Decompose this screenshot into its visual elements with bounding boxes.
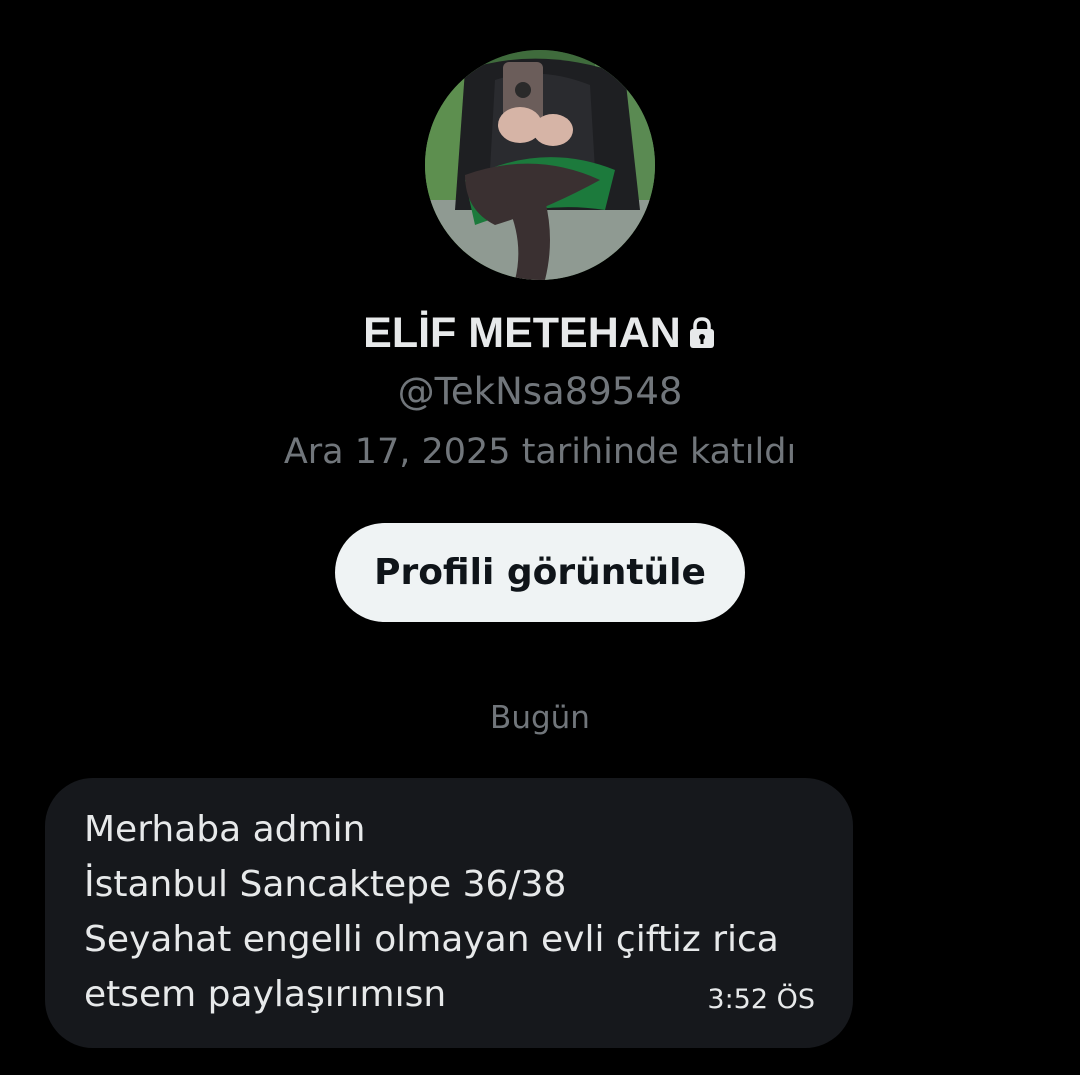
lock-icon — [687, 316, 717, 350]
message-line: Seyahat engelli olmayan evli çiftiz rica — [84, 919, 779, 960]
avatar-photo — [425, 50, 655, 280]
message-line: İstanbul Sancaktepe 36/38 — [84, 864, 567, 905]
profile-handle: @TekNsa89548 — [397, 370, 683, 413]
message-line: etsem paylaşırımısn — [84, 974, 447, 1015]
profile-name-row: ELİF METEHAN — [0, 305, 1080, 361]
joined-date: Ara 17, 2025 tarihinde katıldı — [283, 432, 797, 472]
date-separator: Bugün — [490, 700, 590, 736]
message-bubble[interactable]: Merhaba admin İstanbul Sancaktepe 36/38 … — [45, 778, 853, 1048]
message-timestamp: 3:52 ÖS — [707, 984, 815, 1015]
view-profile-button[interactable]: Profili görüntüle — [335, 523, 745, 622]
display-name: ELİF METEHAN — [363, 308, 681, 357]
profile-avatar[interactable] — [425, 50, 655, 280]
message-line: Merhaba admin — [84, 809, 366, 850]
